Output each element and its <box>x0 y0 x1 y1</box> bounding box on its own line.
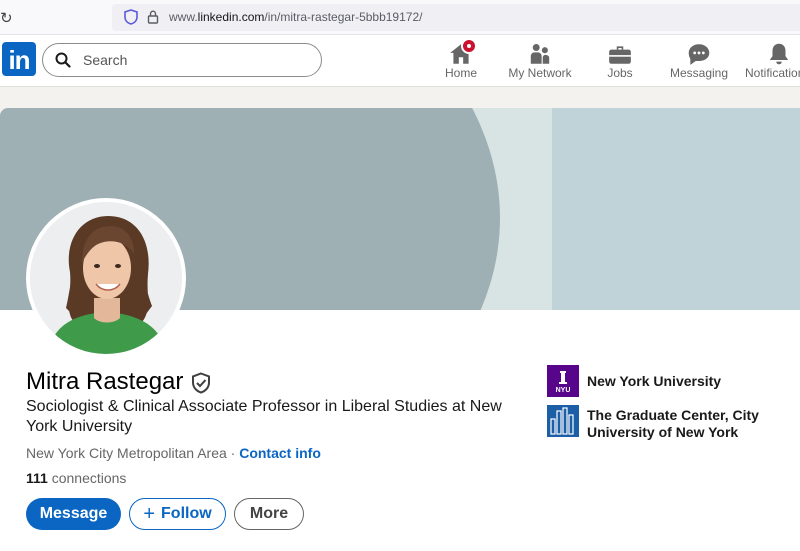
briefcase-icon <box>609 46 631 64</box>
cuny-gc-logo <box>547 405 579 437</box>
contact-info-link[interactable]: Contact info <box>239 445 321 461</box>
org-nyu[interactable]: NYU New York University <box>547 365 767 397</box>
nav-home[interactable]: Home <box>432 35 490 87</box>
location-separator: · <box>226 445 240 461</box>
browser-toolbar: ↻ www.linkedin.com/in/mitra-rastegar-5bb… <box>0 0 800 35</box>
nav-notifications-label: Notifications <box>745 66 800 80</box>
bell-icon <box>769 43 789 65</box>
chat-icon <box>688 44 710 65</box>
nav-my-network-label: My Network <box>508 66 572 80</box>
profile-headline: Sociologist & Clinical Associate Profess… <box>26 398 502 435</box>
reload-icon[interactable]: ↻ <box>0 9 14 27</box>
org-cuny-gc-name: The Graduate Center, City University of … <box>587 407 759 440</box>
connections-label: connections <box>47 470 127 486</box>
nav-jobs-label: Jobs <box>607 66 633 80</box>
more-button[interactable]: More <box>234 498 304 530</box>
profile-card: Mitra Rastegar Sociologist & Clinical As… <box>0 108 800 551</box>
linkedin-logo[interactable]: in <box>2 42 36 76</box>
follow-button[interactable]: + Follow <box>129 498 226 530</box>
lock-icon[interactable] <box>147 10 159 24</box>
nyu-logo: NYU <box>547 365 579 397</box>
url-text[interactable]: www.linkedin.com/in/mitra-rastegar-5bbb1… <box>169 10 422 24</box>
profile-location-row: New York City Metropolitan Area · Contac… <box>26 445 321 461</box>
profile-photo[interactable] <box>26 198 186 358</box>
search-input[interactable] <box>83 50 303 70</box>
nav-messaging[interactable]: Messaging <box>664 35 734 87</box>
org-cuny-gc[interactable]: The Graduate Center, City University of … <box>547 405 767 441</box>
follow-button-label: Follow <box>161 505 212 522</box>
nav-jobs[interactable]: Jobs <box>594 35 646 87</box>
nav-home-label: Home <box>444 66 477 80</box>
nyu-logo-text: NYU <box>556 387 571 394</box>
profile-location: New York City Metropolitan Area <box>26 445 227 461</box>
search-icon <box>55 52 71 68</box>
person-photo <box>30 202 182 354</box>
connections-number: 111 <box>26 470 48 486</box>
network-icon <box>530 44 550 64</box>
plus-icon: + <box>143 503 156 525</box>
nav-messaging-label: Messaging <box>669 66 729 80</box>
global-nav: in Home My Network Jobs <box>0 35 800 87</box>
profile-name-text: Mitra Rastegar <box>26 368 184 395</box>
org-nyu-name: New York University <box>587 373 722 389</box>
profile-name: Mitra Rastegar <box>26 368 211 396</box>
verified-shield-icon[interactable] <box>191 372 211 394</box>
search-box[interactable] <box>42 43 322 77</box>
nav-my-network[interactable]: My Network <box>503 35 577 87</box>
message-button[interactable]: Message <box>26 498 121 530</box>
tracking-shield-icon[interactable] <box>124 9 138 25</box>
notification-badge <box>461 38 477 54</box>
profile-photo-image <box>30 202 182 354</box>
nav-notifications[interactable]: Notifications <box>744 35 800 87</box>
connections-count[interactable]: 111 connections <box>26 470 126 486</box>
